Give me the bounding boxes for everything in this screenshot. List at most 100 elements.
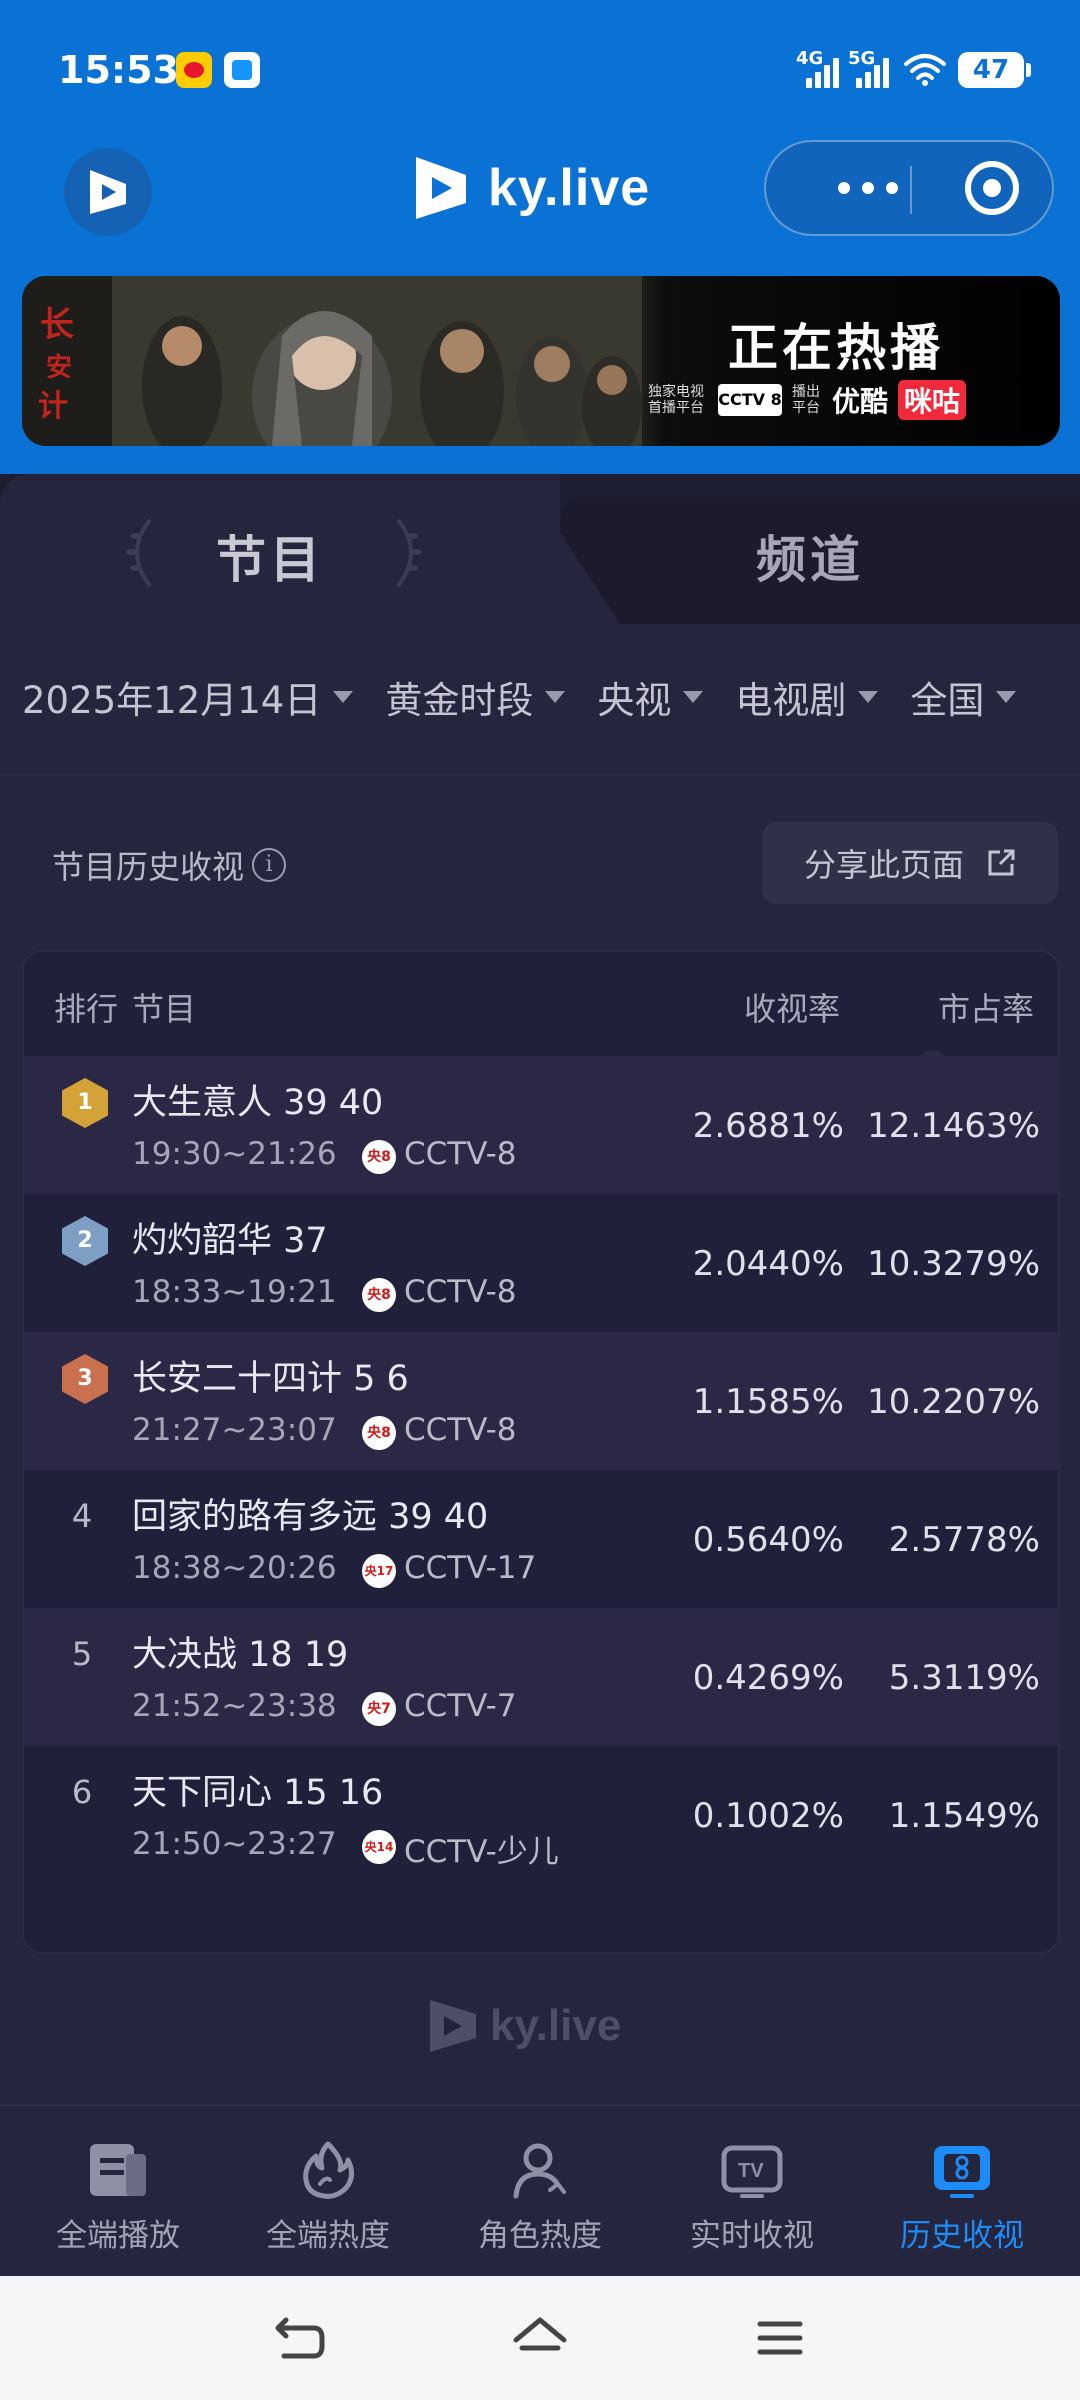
nav-label: 角色热度	[478, 2218, 602, 2254]
exclusive-label: 独家电视首播平台	[648, 384, 704, 416]
laurel-left-icon	[126, 518, 152, 588]
back-icon[interactable]	[270, 2310, 330, 2366]
play-card-icon	[90, 2144, 146, 2196]
weibo-icon	[176, 52, 212, 88]
svg-text:安: 安	[46, 353, 72, 383]
caret-down-icon	[996, 691, 1017, 703]
date-filter[interactable]: 2025年12月14日	[22, 670, 354, 724]
table-row[interactable]: 4 回家的路有多远 39 40 18:38~20:26 央17 CCTV-17 …	[24, 1470, 1058, 1608]
table-row[interactable]: 3 长安二十四计 5 6 21:27~23:07 央8 CCTV-8 1.158…	[24, 1332, 1058, 1470]
table-row[interactable]: 2 灼灼韶华 37 18:33~19:21 央8 CCTV-8 2.0440% …	[24, 1194, 1058, 1332]
external-link-icon	[988, 849, 1015, 876]
promo-banner[interactable]: 长 安 计 正在热播 独家电视首播平台 CCTV 8 播出平台 优酷 咪咕	[22, 276, 1060, 446]
broadcast-label: 播出平台	[792, 384, 820, 416]
genre-filter[interactable]: 电视剧	[735, 670, 879, 724]
share-value: 10.3279%	[867, 1244, 1040, 1284]
filter-divider	[0, 774, 1080, 776]
region-filter[interactable]: 全国	[910, 670, 1017, 724]
svg-text:计: 计	[38, 389, 68, 424]
notification-app-icon	[224, 52, 260, 88]
home-icon[interactable]	[510, 2310, 570, 2366]
table-row[interactable]: 1 大生意人 39 40 19:30~21:26 央8 CCTV-8 2.688…	[24, 1056, 1058, 1194]
header-program: 节目	[132, 990, 197, 1028]
channel-logo-icon: 央8	[362, 1278, 396, 1312]
caret-down-icon	[858, 691, 879, 703]
region-filter-label: 全国	[910, 679, 985, 722]
nav-all-platform-plays[interactable]: 全端播放	[18, 2140, 218, 2270]
rank-gold-medal-icon: 1	[62, 1078, 108, 1128]
status-time: 15:53	[58, 48, 179, 92]
caret-down-icon	[683, 691, 704, 703]
share-value: 12.1463%	[867, 1106, 1040, 1146]
laurel-right-icon	[396, 518, 422, 588]
ky-logo-icon	[430, 2000, 476, 2052]
signal-bars-1-icon	[806, 56, 842, 88]
network-filter-label: 央视	[597, 679, 672, 722]
program-name: 回家的路有多远 39 40	[132, 1497, 489, 1537]
caret-down-icon	[333, 691, 354, 703]
slot-filter-label: 黄金时段	[385, 679, 534, 722]
slot-filter[interactable]: 黄金时段	[385, 670, 566, 724]
more-options-icon[interactable]	[806, 142, 936, 234]
share-page-button[interactable]: 分享此页面	[762, 822, 1058, 904]
channel-logo-icon: 央17	[362, 1554, 396, 1588]
battery-indicator: 47	[958, 52, 1031, 88]
rank-number: 5	[71, 1635, 93, 1673]
channel-logo-icon: 央8	[362, 1416, 396, 1450]
rank-number: 6	[71, 1773, 93, 1811]
footer-brand-text: ky.live	[490, 2001, 622, 2050]
app-logo-button[interactable]	[64, 148, 152, 236]
history-tv-icon	[934, 2146, 990, 2198]
banner-platforms: 独家电视首播平台 CCTV 8 播出平台 优酷 咪咕	[648, 380, 967, 420]
section-header: 节目历史收视 i	[52, 842, 287, 888]
section-title: 节目历史收视	[52, 848, 245, 886]
brand-name: ky.live	[488, 159, 651, 217]
header-share[interactable]: 市占率	[938, 984, 1034, 1030]
close-miniprogram-icon[interactable]	[946, 142, 1046, 234]
channel-logo-icon: 央7	[362, 1692, 396, 1726]
person-icon	[513, 2143, 566, 2199]
rating-value: 0.1002%	[692, 1796, 844, 1836]
channel-logo-icon: 央8	[362, 1140, 396, 1174]
svg-text:长: 长	[40, 305, 74, 345]
brand: ky.live	[410, 148, 650, 228]
share-value: 1.1549%	[888, 1796, 1040, 1836]
info-icon[interactable]: i	[252, 848, 287, 882]
wifi-icon	[904, 54, 946, 86]
table-row[interactable]: 5 大决战 18 19 21:52~23:38 央7 CCTV-7 0.4269…	[24, 1608, 1058, 1746]
youku-logo: 优酷	[832, 385, 889, 418]
program-name: 灼灼韶华 37	[132, 1221, 328, 1261]
channel-name: CCTV-少儿	[404, 1834, 559, 1870]
program-time: 21:52~23:38	[132, 1688, 337, 1724]
tab-channel-label: 频道	[756, 531, 864, 589]
nav-realtime-ratings[interactable]: TV 实时收视	[652, 2140, 852, 2270]
filter-bar: 2025年12月14日 黄金时段 央视 电视剧 全国	[22, 670, 1048, 724]
nav-history-ratings[interactable]: 历史收视	[862, 2140, 1062, 2270]
genre-filter-label: 电视剧	[735, 679, 847, 722]
table-row[interactable]: 6 天下同心 15 16 21:50~23:27 央14 CCTV-少儿 0.1…	[24, 1746, 1058, 1884]
program-name: 长安二十四计 5 6	[132, 1359, 409, 1399]
ratings-table: ky.live ky.live ky.live ky.live ky.live …	[22, 950, 1060, 1954]
program-time: 19:30~21:26	[132, 1136, 337, 1172]
program-name: 大生意人 39 40	[132, 1083, 384, 1123]
rating-value: 2.0440%	[692, 1244, 844, 1284]
app-header: ky.live	[0, 136, 1080, 236]
menu-icon[interactable]	[750, 2310, 810, 2366]
header-rating[interactable]: 收视率	[744, 984, 840, 1030]
nav-all-platform-heat[interactable]: 全端热度	[228, 2140, 428, 2270]
date-filter-label: 2025年12月14日	[22, 679, 322, 722]
program-name: 大决战 18 19	[132, 1635, 349, 1675]
nav-label: 历史收视	[900, 2218, 1024, 2254]
nav-character-heat[interactable]: 角色热度	[440, 2140, 640, 2270]
channel-name: CCTV-8	[404, 1412, 517, 1448]
channel-name: CCTV-8	[404, 1136, 517, 1172]
status-bar: 15:53 4G 5G 47	[0, 0, 1080, 120]
nav-label: 全端播放	[56, 2218, 180, 2254]
network-filter[interactable]: 央视	[597, 670, 704, 724]
nav-label: 实时收视	[690, 2218, 814, 2254]
rating-value: 2.6881%	[692, 1106, 844, 1146]
capsule-divider	[910, 166, 912, 214]
ky-logo-icon	[416, 157, 466, 219]
drama-poster-image: 长 安 计	[22, 276, 642, 446]
signal-bars-2-icon	[856, 56, 892, 88]
